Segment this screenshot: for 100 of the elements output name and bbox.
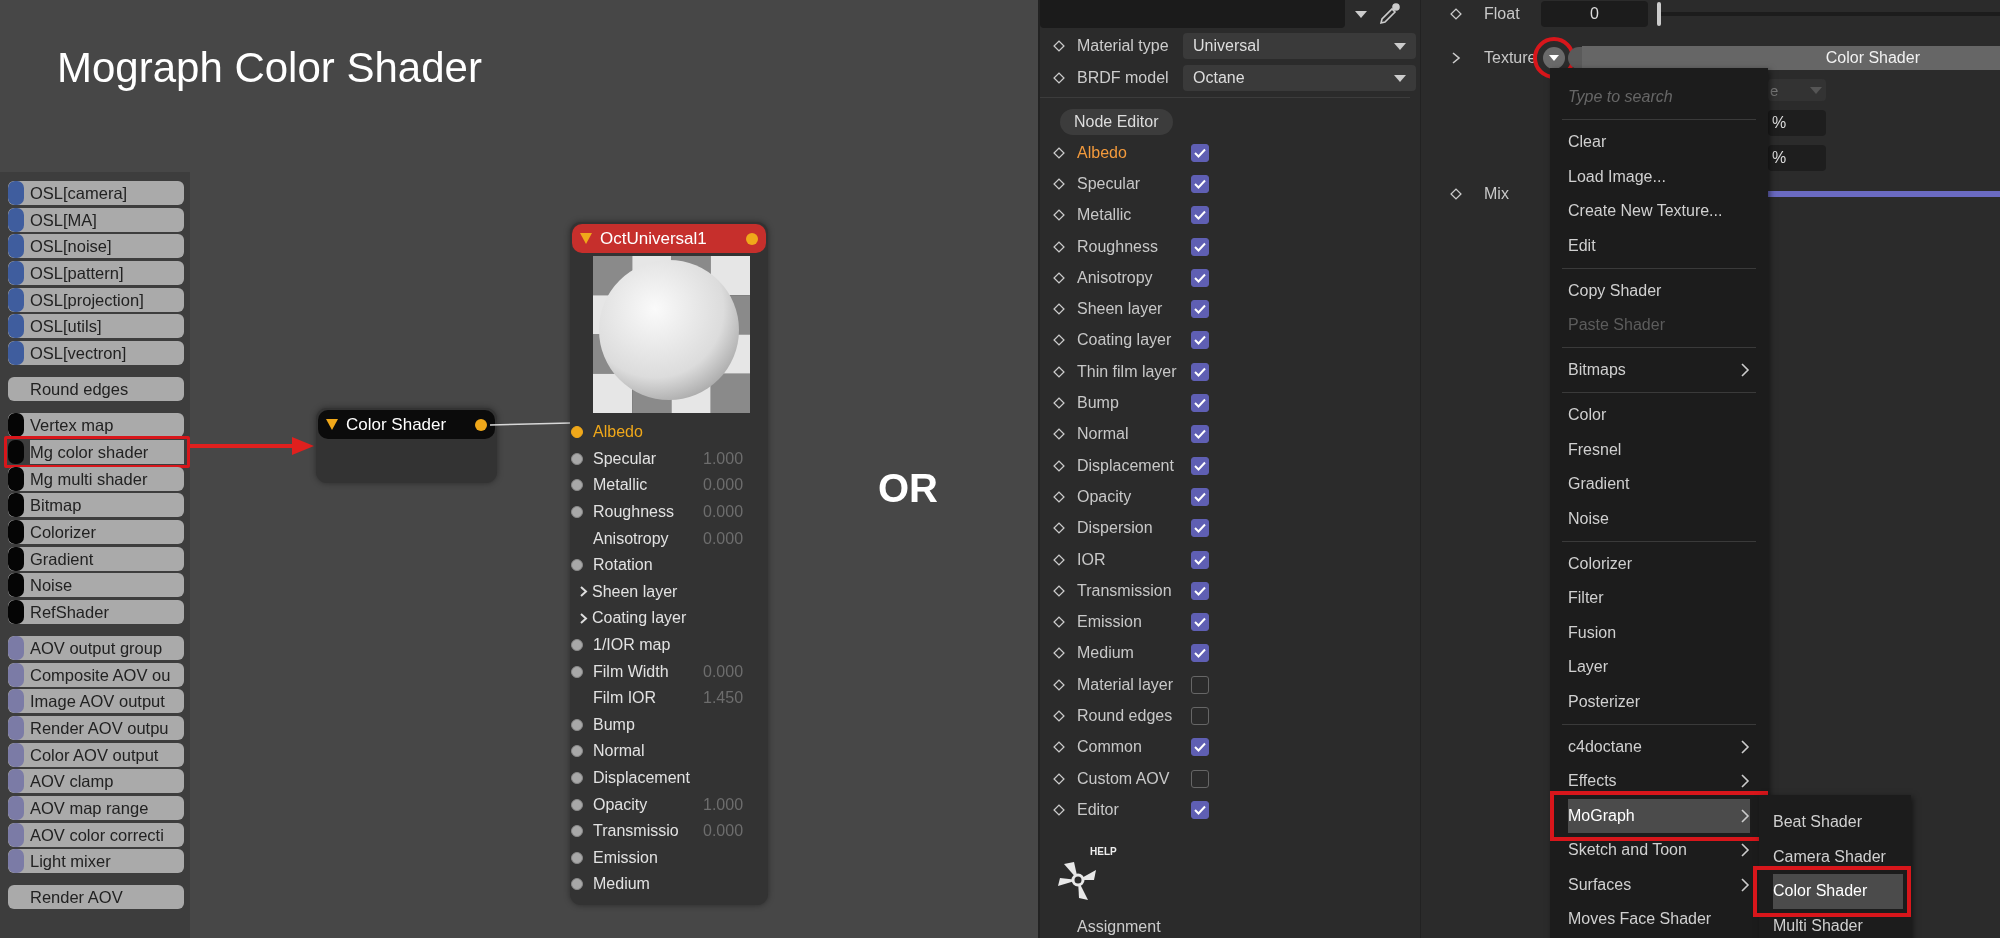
number-field[interactable]: 0 (1541, 1, 1648, 27)
node-list-item[interactable]: Gradient (8, 546, 184, 571)
channel-checkbox[interactable] (1191, 237, 1209, 256)
channel-checkbox[interactable] (1191, 206, 1209, 225)
material-type-dropdown[interactable]: Universal (1183, 33, 1416, 59)
node-list-item[interactable]: OSL[projection] (8, 287, 184, 312)
keyframe-diamond-icon[interactable] (1449, 187, 1463, 201)
keyframe-diamond-icon[interactable] (1052, 709, 1066, 723)
node-list-item[interactable]: RefShader (8, 599, 184, 624)
menu-item[interactable]: Fusion (1558, 615, 1760, 650)
input-port[interactable] (571, 559, 583, 572)
node-list-item[interactable]: Round edges (8, 377, 184, 402)
menu-item[interactable]: Fresnel (1558, 432, 1760, 467)
keyframe-diamond-icon[interactable] (1052, 489, 1066, 504)
channel-checkbox[interactable] (1191, 143, 1209, 162)
node-list-item[interactable]: Composite AOV ou (8, 662, 184, 687)
menu-item[interactable]: Layer (1558, 650, 1760, 685)
channel-checkbox[interactable] (1191, 613, 1209, 632)
node-list-item[interactable]: OSL[noise] (8, 234, 184, 259)
keyframe-diamond-icon[interactable] (1052, 208, 1066, 223)
channel-checkbox[interactable] (1191, 425, 1209, 444)
node-list-item[interactable]: AOV output group (8, 635, 184, 660)
input-port[interactable] (571, 851, 583, 864)
keyframe-diamond-icon[interactable] (1052, 364, 1066, 379)
input-port[interactable] (571, 426, 583, 439)
input-port[interactable] (571, 825, 583, 838)
channel-checkbox[interactable] (1191, 456, 1209, 475)
menu-item[interactable]: MoGraph (1550, 790, 1768, 841)
menu-item[interactable]: Noise (1558, 501, 1760, 536)
keyframe-diamond-icon[interactable] (1052, 802, 1066, 817)
node-list-item[interactable]: Light mixer (8, 849, 184, 874)
node-list-item[interactable]: Color AOV output (8, 742, 184, 767)
keyframe-diamond-icon[interactable] (1052, 583, 1066, 598)
collapse-triangle-icon[interactable] (326, 419, 338, 430)
input-port[interactable] (571, 745, 583, 758)
channel-checkbox[interactable] (1191, 174, 1209, 193)
percent-field[interactable]: % (1768, 110, 1826, 136)
menu-item[interactable]: Filter (1558, 581, 1760, 616)
node-list-item[interactable]: OSL[vectron] (8, 341, 184, 366)
channel-checkbox[interactable] (1191, 268, 1209, 287)
node-list-item[interactable]: AOV color correcti (8, 822, 184, 847)
channel-checkbox[interactable] (1191, 487, 1209, 506)
channel-checkbox[interactable] (1191, 550, 1209, 569)
eyedropper-icon[interactable] (1377, 2, 1401, 26)
channel-checkbox[interactable] (1191, 800, 1209, 819)
keyframe-diamond-icon[interactable] (1052, 646, 1066, 661)
menu-item[interactable]: Edit (1558, 228, 1760, 263)
slider-thumb[interactable] (1657, 2, 1661, 26)
input-port[interactable] (571, 798, 583, 811)
node-list-item[interactable]: OSL[utils] (8, 314, 184, 339)
node-list-item[interactable]: AOV clamp (8, 769, 184, 794)
keyframe-diamond-icon[interactable] (1052, 176, 1066, 191)
node-editor-button[interactable]: Node Editor (1060, 109, 1173, 135)
keyframe-diamond-icon[interactable] (1052, 71, 1066, 85)
channel-checkbox[interactable] (1191, 707, 1209, 725)
menu-item[interactable]: Create New Texture... (1558, 194, 1760, 229)
menu-item[interactable]: Color (1558, 398, 1760, 433)
material-node[interactable] (570, 222, 768, 905)
keyframe-diamond-icon[interactable] (1052, 396, 1066, 410)
channel-checkbox[interactable] (1191, 519, 1209, 538)
node-list-item[interactable]: Image AOV output (8, 689, 184, 714)
percent-field[interactable]: % (1768, 145, 1826, 171)
channel-checkbox[interactable] (1191, 300, 1209, 319)
node-list-item[interactable]: OSL[pattern] (8, 261, 184, 286)
input-port[interactable] (571, 718, 583, 731)
brdf-model-dropdown[interactable]: Octane (1183, 65, 1416, 91)
channel-checkbox[interactable] (1191, 644, 1209, 663)
keyframe-diamond-icon[interactable] (1052, 39, 1066, 53)
texture-field[interactable]: Color Shader (1582, 46, 2000, 70)
menu-item[interactable]: Color Shader (1753, 866, 1911, 917)
node-list-item[interactable]: Mg color shader (4, 435, 190, 468)
input-port[interactable] (571, 665, 583, 678)
keyframe-diamond-icon[interactable] (1052, 145, 1066, 160)
menu-item[interactable]: Colorizer (1558, 546, 1760, 581)
keyframe-diamond-icon[interactable] (1052, 771, 1066, 786)
channel-checkbox[interactable] (1191, 769, 1209, 788)
menu-item[interactable]: Clear (1558, 125, 1760, 160)
keyframe-diamond-icon[interactable] (1052, 677, 1066, 692)
menu-item[interactable]: Copy Shader (1558, 273, 1760, 308)
channel-checkbox[interactable] (1191, 362, 1209, 381)
node-list-item[interactable]: Render AOV (8, 885, 184, 910)
keyframe-diamond-icon[interactable] (1052, 740, 1066, 755)
menu-item[interactable]: Posterizer (1558, 684, 1760, 719)
node-list-item[interactable]: Render AOV outpu (8, 716, 184, 740)
keyframe-diamond-icon[interactable] (1052, 458, 1066, 473)
node-list-item[interactable]: OSL[MA] (8, 207, 184, 232)
menu-item[interactable]: Load Image... (1558, 159, 1760, 194)
keyframe-diamond-icon[interactable] (1052, 552, 1066, 567)
keyframe-diamond-icon[interactable] (1052, 239, 1066, 254)
menu-item[interactable]: Gradient (1558, 467, 1760, 502)
shader-node[interactable]: Color Shader (316, 408, 497, 483)
keyframe-diamond-icon[interactable] (1052, 427, 1066, 442)
channel-checkbox[interactable] (1191, 738, 1209, 757)
input-port[interactable] (571, 479, 583, 492)
keyframe-diamond-icon[interactable] (1449, 7, 1463, 21)
input-port[interactable] (571, 639, 583, 652)
texture-toggle[interactable] (1568, 47, 1582, 69)
output-port[interactable] (475, 418, 487, 431)
keyframe-diamond-icon[interactable] (1052, 615, 1066, 630)
node-list-item[interactable]: AOV map range (8, 796, 184, 821)
